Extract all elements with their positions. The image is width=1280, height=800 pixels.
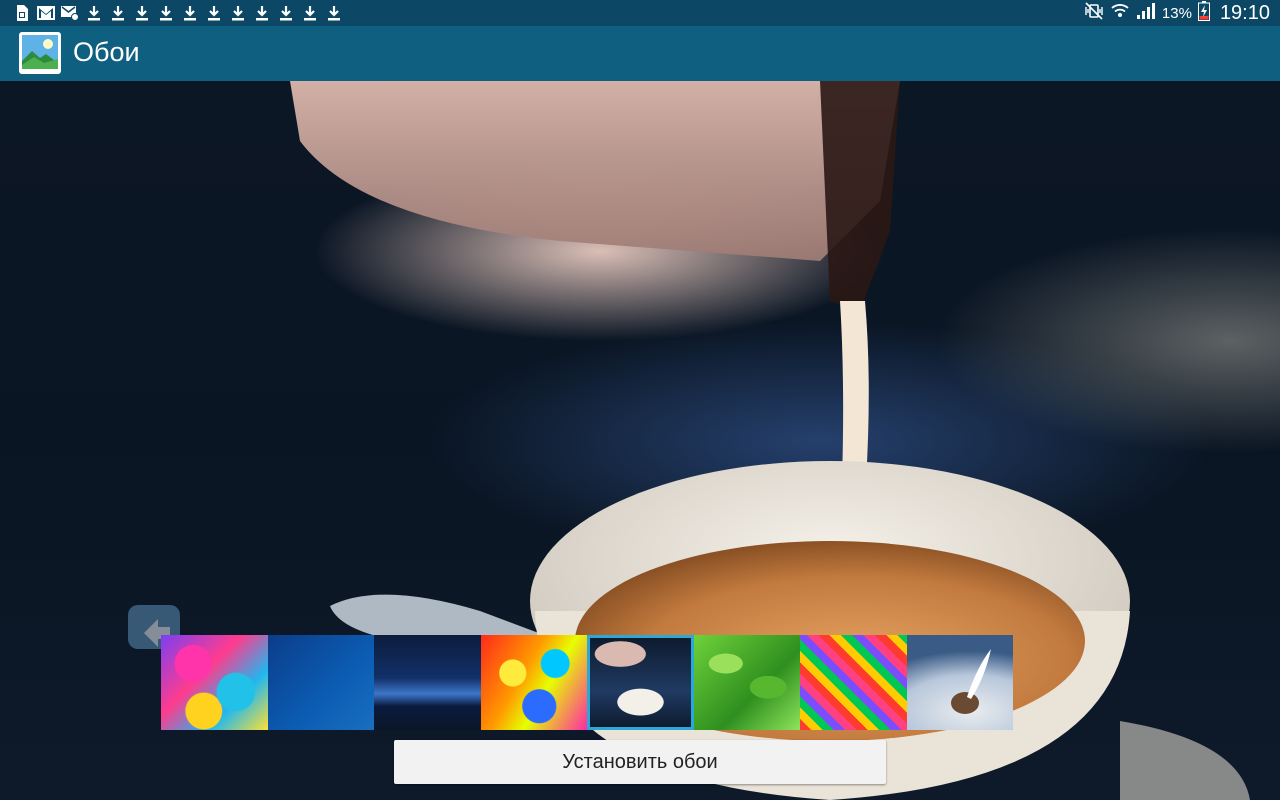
wallpaper-thumbnail[interactable] [374,635,481,730]
sim-icon [10,3,34,23]
wallpaper-thumbnail[interactable] [161,635,268,730]
wallpaper-thumbnail-strip [161,635,1013,730]
battery-charging-icon [1197,1,1210,25]
action-bar: Обои [0,26,1280,82]
download-icon [274,3,298,23]
download-icon [130,3,154,23]
gmail-icon [34,3,58,23]
notification-icons [10,3,346,23]
page-title: Обои [73,37,140,67]
wallpaper-thumbnail[interactable] [800,635,907,730]
download-icon [82,3,106,23]
wallpaper-thumbnail[interactable] [267,635,374,730]
wifi-icon [1110,2,1130,24]
feather-icon [950,649,991,714]
signal-icon [1136,2,1156,24]
wallpaper-app-icon[interactable] [18,31,62,75]
download-icon [106,3,130,23]
wallpaper-thumbnail[interactable] [480,635,587,730]
system-icons: 13% 19:10 [1084,1,1270,25]
download-icon [298,3,322,23]
status-bar: 13% 19:10 [0,0,1280,26]
download-icon [250,3,274,23]
download-icon [202,3,226,23]
download-icon [226,3,250,23]
wallpaper-thumbnail-selected[interactable] [587,635,694,730]
download-icon [322,3,346,23]
download-icon [154,3,178,23]
wallpaper-thumbnail[interactable] [693,635,800,730]
battery-percent: 13% [1161,4,1192,22]
clock: 19:10 [1219,1,1270,24]
wallpaper-thumbnail[interactable] [906,635,1013,730]
set-wallpaper-button[interactable]: Установить обои [394,740,886,784]
download-icon [178,3,202,23]
vibrate-mute-icon [1084,2,1104,24]
email-icon [58,3,82,23]
